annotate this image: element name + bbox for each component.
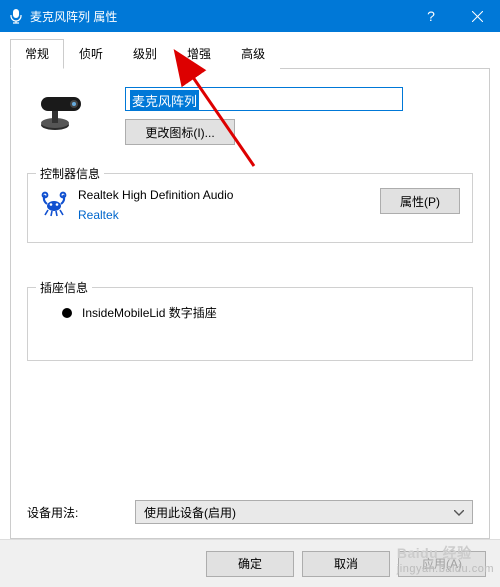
jack-name: InsideMobileLid 数字插座 xyxy=(82,304,217,321)
tab-listen[interactable]: 侦听 xyxy=(64,39,118,69)
jack-info-group: 插座信息 InsideMobileLid 数字插座 xyxy=(27,287,473,361)
tab-panel-general: 麦克风阵列 更改图标(I)... 控制器信息 xyxy=(10,69,490,539)
device-usage-selected: 使用此设备(启用) xyxy=(144,504,236,521)
controller-name: Realtek High Definition Audio xyxy=(78,188,370,202)
window-title: 麦克风阵列 属性 xyxy=(30,8,117,25)
tab-general[interactable]: 常规 xyxy=(10,39,64,69)
help-button[interactable]: ? xyxy=(408,0,454,32)
tab-levels[interactable]: 级别 xyxy=(118,39,172,69)
device-large-icon xyxy=(35,89,91,131)
controller-vendor-link[interactable]: Realtek xyxy=(78,208,370,222)
cancel-button[interactable]: 取消 xyxy=(302,551,390,577)
jack-section-title: 插座信息 xyxy=(36,279,92,296)
titlebar: 麦克风阵列 属性 ? xyxy=(0,0,500,32)
realtek-crab-icon xyxy=(40,190,68,218)
jack-color-dot xyxy=(62,308,72,318)
device-usage-select[interactable]: 使用此设备(启用) xyxy=(135,500,473,524)
change-icon-button[interactable]: 更改图标(I)... xyxy=(125,119,235,145)
controller-section-title: 控制器信息 xyxy=(36,165,104,182)
device-name-input[interactable]: 麦克风阵列 xyxy=(125,87,403,111)
device-usage-label: 设备用法: xyxy=(27,504,107,521)
tab-bar: 常规 侦听 级别 增强 高级 xyxy=(10,38,490,69)
device-name-text: 麦克风阵列 xyxy=(130,90,199,111)
ok-button[interactable]: 确定 xyxy=(206,551,294,577)
mic-icon xyxy=(8,8,24,24)
apply-button[interactable]: 应用(A) xyxy=(398,551,486,577)
dialog-footer: 确定 取消 应用(A) xyxy=(0,539,500,587)
tab-advanced[interactable]: 高级 xyxy=(226,39,280,69)
chevron-down-icon xyxy=(454,505,464,519)
tab-enhance[interactable]: 增强 xyxy=(172,39,226,69)
controller-info-group: 控制器信息 xyxy=(27,173,473,243)
controller-properties-button[interactable]: 属性(P) xyxy=(380,188,460,214)
close-button[interactable] xyxy=(454,0,500,32)
